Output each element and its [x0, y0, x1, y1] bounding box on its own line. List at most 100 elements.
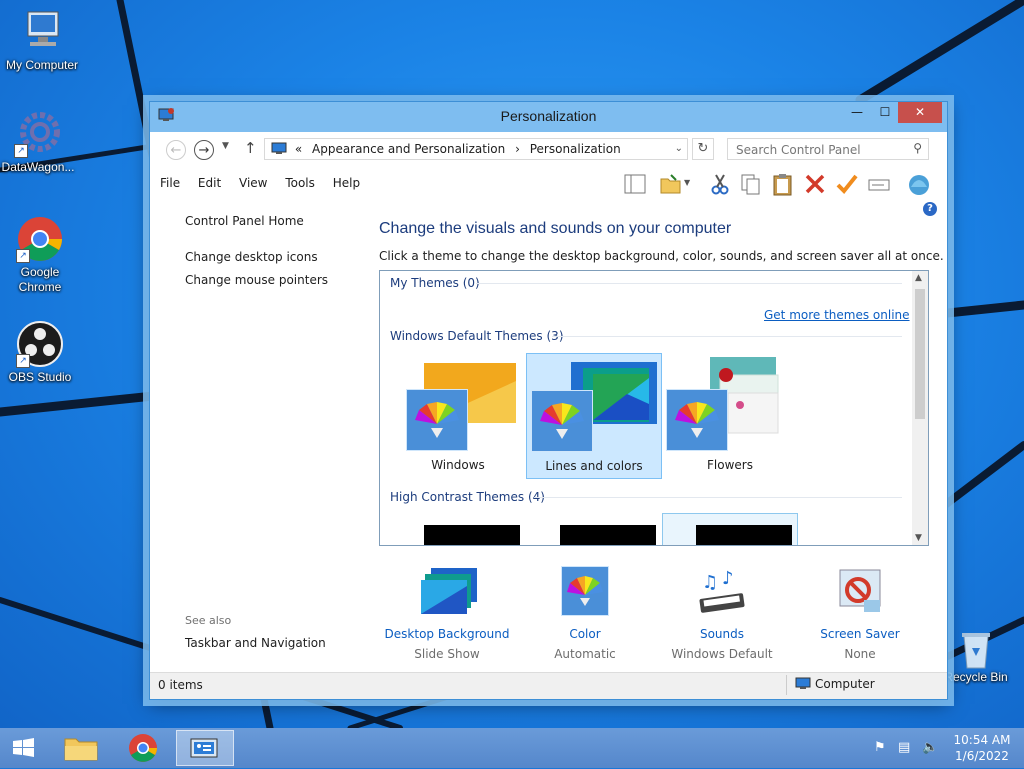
address-bar[interactable]: « Appearance and Personalization › Perso… — [264, 138, 688, 160]
shell-icon[interactable] — [906, 171, 932, 197]
folder-options-icon[interactable] — [658, 171, 684, 197]
desktop-background-icon — [421, 566, 477, 618]
page-subheading: Click a theme to change the desktop back… — [379, 249, 944, 263]
desktop-icon-obs-studio[interactable]: ↗ OBS Studio — [0, 320, 82, 385]
scroll-down-icon[interactable]: ▼ — [915, 533, 922, 543]
control-panel-home-link[interactable]: Control Panel Home — [185, 214, 304, 228]
windows-logo-icon — [13, 738, 34, 757]
high-contrast-theme-3[interactable] — [696, 525, 792, 545]
breadcrumb-overflow[interactable]: « — [295, 142, 302, 156]
menu-file[interactable]: File — [160, 176, 180, 190]
search-box: ⚲ — [727, 138, 929, 160]
network-icon[interactable]: ▤ — [898, 740, 910, 755]
sounds-item[interactable]: ♫ ♪ Sounds Windows Default — [652, 566, 792, 664]
layout-pane-icon[interactable] — [622, 171, 648, 197]
cut-icon[interactable] — [707, 171, 733, 197]
taskbar: ⚑ ▤ 🔈 10:54 AM 1/6/2022 — [0, 728, 1024, 768]
clock-time: 10:54 AM — [953, 733, 1011, 747]
search-icon[interactable]: ⚲ — [913, 141, 922, 155]
taskbar-clock[interactable]: 10:54 AM 1/6/2022 — [950, 732, 1014, 764]
close-button[interactable]: ✕ — [898, 102, 942, 123]
scrollbar-thumb[interactable] — [915, 289, 925, 419]
color-palette-icon — [406, 389, 468, 451]
address-dropdown-icon[interactable]: ⌄ — [675, 139, 683, 159]
screen-saver-icon — [834, 566, 886, 618]
action-center-flag-icon[interactable]: ⚑ — [874, 740, 886, 755]
folder-options-dropdown-icon[interactable]: ▼ — [684, 178, 690, 187]
change-desktop-icons-link[interactable]: Change desktop icons — [185, 250, 318, 264]
copy-icon[interactable] — [738, 171, 764, 197]
desktop-icon-datawagon[interactable]: ↗ DataWagon... — [0, 110, 80, 175]
status-location: Computer — [795, 677, 875, 691]
folder-icon — [64, 738, 98, 761]
desktop-icon-label: DataWagon... — [1, 160, 75, 174]
desktop-background-value: Slide Show — [414, 647, 480, 661]
left-pane: Control Panel Home Change desktop icons … — [150, 198, 372, 672]
refresh-button[interactable]: ↻ — [692, 138, 714, 160]
desktop-icon-my-computer[interactable]: My Computer — [0, 8, 84, 73]
recent-locations-button[interactable]: ▼ — [222, 141, 229, 151]
sounds-value: Windows Default — [671, 647, 773, 661]
theme-lines-and-colors[interactable]: Lines and colors — [526, 353, 662, 479]
group-default-themes[interactable]: Windows Default Themes (3) — [390, 329, 564, 343]
taskbar-navigation-link[interactable]: Taskbar and Navigation — [185, 636, 326, 650]
menu-help[interactable]: Help — [333, 176, 360, 190]
color-value: Automatic — [554, 647, 616, 661]
menu-bar: File Edit View Tools Help — [160, 176, 374, 190]
desktop-icon-google-chrome[interactable]: ↗ Google Chrome — [0, 215, 82, 295]
theme-windows[interactable]: Windows — [390, 353, 526, 479]
group-my-themes[interactable]: My Themes (0) — [390, 276, 480, 290]
desktop-background-item[interactable]: Desktop Background Slide Show — [377, 566, 517, 664]
properties-check-icon[interactable] — [834, 171, 860, 197]
high-contrast-theme-2[interactable] — [560, 525, 656, 545]
theme-flowers[interactable]: Flowers — [662, 353, 798, 479]
computer-icon — [18, 8, 66, 56]
taskbar-google-chrome[interactable] — [114, 730, 172, 766]
help-icon[interactable]: ? — [923, 202, 937, 216]
taskbar-control-panel[interactable] — [176, 730, 234, 766]
maximize-button[interactable]: ☐ — [871, 102, 899, 123]
search-input[interactable] — [734, 140, 908, 160]
window-title: Personalization — [500, 108, 597, 124]
theme-name: Windows — [431, 458, 485, 472]
chrome-icon — [129, 734, 157, 762]
color-item[interactable]: Color Automatic — [515, 566, 655, 664]
control-panel-icon — [271, 142, 287, 154]
menu-view[interactable]: View — [239, 176, 267, 190]
color-palette-icon — [666, 389, 728, 451]
paste-icon[interactable] — [770, 171, 796, 197]
breadcrumb-appearance[interactable]: Appearance and Personalization — [312, 142, 505, 156]
desktop-background-link[interactable]: Desktop Background — [377, 624, 517, 644]
volume-icon[interactable]: 🔈 — [922, 740, 938, 755]
personalization-window: Personalization — ☐ ✕ ← → ▼ ↑ « Appearan… — [149, 101, 948, 700]
group-high-contrast-themes[interactable]: High Contrast Themes (4) — [390, 490, 545, 504]
menu-tools[interactable]: Tools — [285, 176, 315, 190]
breadcrumb-separator[interactable]: › — [515, 142, 520, 156]
svg-text:♫: ♫ — [702, 572, 718, 593]
change-mouse-pointers-link[interactable]: Change mouse pointers — [185, 273, 328, 287]
start-button[interactable] — [0, 730, 48, 766]
minimize-button[interactable]: — — [843, 102, 871, 123]
color-link[interactable]: Color — [515, 624, 655, 644]
computer-icon — [795, 677, 811, 689]
desktop-icon-label: My Computer — [5, 58, 79, 72]
title-bar[interactable]: Personalization — ☐ ✕ — [150, 102, 947, 132]
forward-button[interactable]: → — [194, 140, 214, 160]
up-button[interactable]: ↑ — [244, 139, 257, 157]
taskbar-file-explorer[interactable] — [52, 730, 110, 766]
scroll-up-icon[interactable]: ▲ — [915, 273, 922, 283]
delete-icon[interactable] — [802, 171, 828, 197]
status-bar: 0 items Computer — [150, 672, 947, 699]
breadcrumb-personalization[interactable]: Personalization — [530, 142, 621, 156]
theme-list: My Themes (0) Get more themes online Win… — [379, 270, 929, 546]
screen-saver-item[interactable]: Screen Saver None — [790, 566, 930, 664]
theme-list-scrollbar[interactable]: ▲ ▼ — [912, 271, 928, 545]
back-button[interactable]: ← — [166, 140, 186, 160]
get-more-themes-link[interactable]: Get more themes online — [764, 308, 910, 322]
menu-edit[interactable]: Edit — [198, 176, 221, 190]
sounds-link[interactable]: Sounds — [652, 624, 792, 644]
high-contrast-theme-1[interactable] — [424, 525, 520, 545]
screen-saver-value: None — [844, 647, 876, 661]
rename-icon[interactable] — [866, 171, 892, 197]
screen-saver-link[interactable]: Screen Saver — [790, 624, 930, 644]
